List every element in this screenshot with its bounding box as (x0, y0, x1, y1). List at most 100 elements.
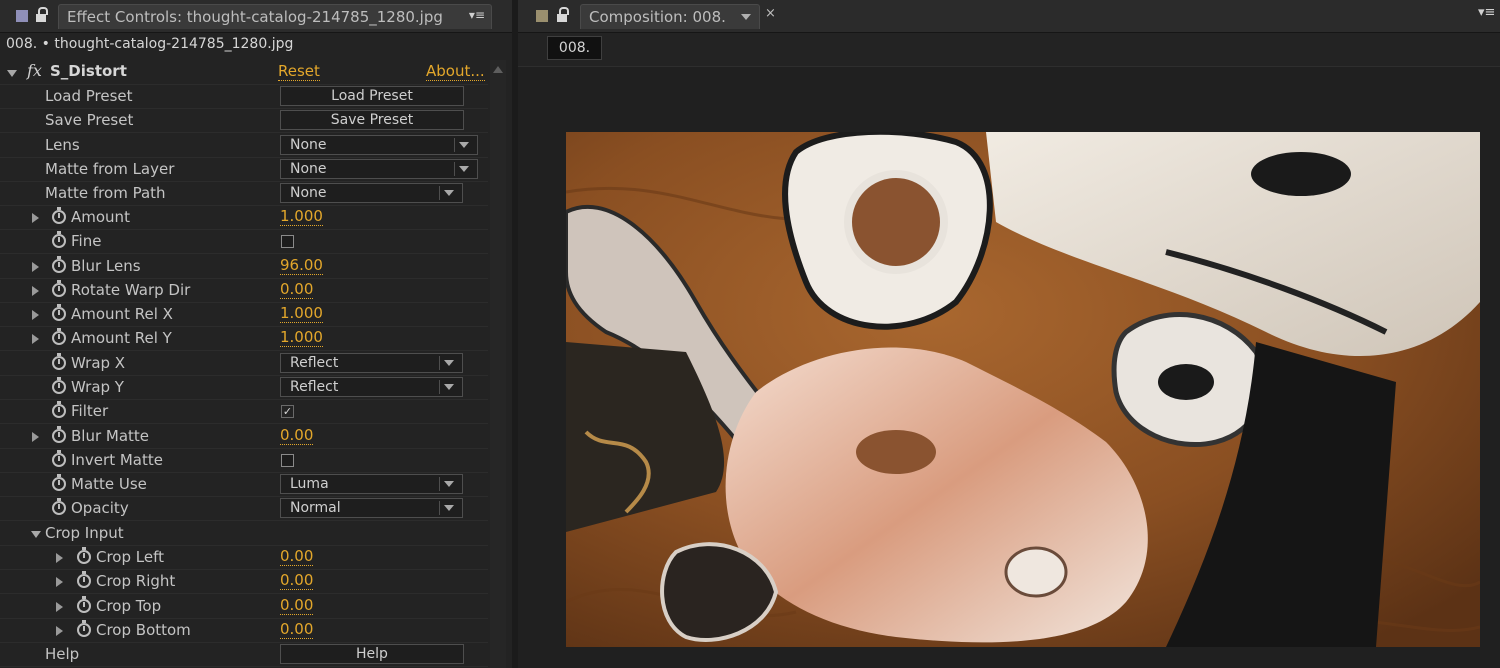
twirl-down-icon[interactable] (31, 531, 41, 538)
swirl-circle (844, 170, 948, 274)
dropdown-value: Luma (290, 476, 329, 492)
chevron-down-icon (444, 360, 454, 366)
opacity-dropdown[interactable]: Normal (280, 498, 463, 518)
twirl-right-icon[interactable] (32, 334, 39, 344)
about-link[interactable]: About... (426, 62, 485, 81)
twirl-right-icon[interactable] (56, 626, 63, 636)
twirl-right-icon[interactable] (56, 602, 63, 612)
row-label: Wrap X (71, 354, 126, 372)
stopwatch-icon[interactable] (77, 596, 91, 613)
matte-from-path-dropdown[interactable]: None (280, 183, 463, 203)
lock-icon[interactable] (556, 7, 570, 23)
panel-menu-icon[interactable]: ▾≡ (469, 8, 485, 22)
row-lens: Lens None (0, 133, 488, 158)
fine-checkbox[interactable] (281, 235, 294, 248)
stopwatch-icon[interactable] (77, 547, 91, 564)
twirl-right-icon[interactable] (32, 310, 39, 320)
row-label: Amount Rel X (71, 305, 173, 323)
row-label: Crop Input (45, 524, 124, 542)
lens-dropdown[interactable]: None (280, 135, 478, 155)
panel-square-icon[interactable] (536, 10, 548, 22)
panel-square-icon[interactable] (16, 10, 28, 22)
chevron-down-icon[interactable] (741, 14, 751, 20)
filter-checkbox[interactable]: ✓ (281, 405, 294, 418)
stopwatch-icon[interactable] (52, 498, 66, 515)
crop-left-value[interactable]: 0.00 (280, 548, 314, 566)
stopwatch-icon[interactable] (52, 474, 66, 491)
crop-bottom-value[interactable]: 0.00 (280, 621, 314, 639)
composition-breadcrumb[interactable]: 008. (547, 36, 602, 60)
vertical-scrollbar[interactable] (490, 60, 506, 668)
chevron-down-icon (444, 481, 454, 487)
composition-panel: Composition: 008. × ▾≡ 008. (518, 0, 1500, 668)
help-button[interactable]: Help (280, 644, 464, 664)
twirl-right-icon[interactable] (32, 262, 39, 272)
stopwatch-icon[interactable] (52, 328, 66, 345)
tab-effect-controls[interactable]: Effect Controls: thought-catalog-214785_… (58, 4, 492, 29)
invert-matte-checkbox[interactable] (281, 454, 294, 467)
twirl-right-icon[interactable] (32, 432, 39, 442)
matte-from-layer-dropdown[interactable]: None (280, 159, 478, 179)
notebook-hole (856, 430, 936, 474)
stopwatch-icon[interactable] (77, 571, 91, 588)
blur-lens-value[interactable]: 96.00 (280, 257, 323, 275)
scroll-up-arrow-icon[interactable] (493, 66, 503, 73)
stopwatch-icon[interactable] (52, 304, 66, 321)
row-fine: Fine (0, 229, 488, 254)
row-crop-input: Crop Input (0, 521, 488, 546)
close-icon[interactable]: × (765, 6, 776, 21)
row-blur-lens: Blur Lens 96.00 (0, 254, 488, 279)
stopwatch-icon[interactable] (52, 450, 66, 467)
layer-breadcrumb: 008. • thought-catalog-214785_1280.jpg (6, 36, 294, 52)
amount-rel-x-value[interactable]: 1.000 (280, 305, 323, 323)
fx-icon[interactable]: fx (27, 61, 42, 80)
wrap-y-dropdown[interactable]: Reflect (280, 377, 463, 397)
composition-tabbar: Composition: 008. × ▾≡ (518, 0, 1500, 33)
row-opacity: Opacity Normal (0, 496, 488, 521)
row-label: Amount (71, 208, 130, 226)
stopwatch-icon[interactable] (52, 280, 66, 297)
crop-top-value[interactable]: 0.00 (280, 597, 314, 615)
crop-right-value[interactable]: 0.00 (280, 572, 314, 590)
twirl-right-icon[interactable] (56, 577, 63, 587)
stopwatch-icon[interactable] (52, 401, 66, 418)
composition-viewer[interactable] (518, 66, 1500, 668)
row-label: Lens (45, 136, 80, 154)
stopwatch-icon[interactable] (52, 207, 66, 224)
composition-frame[interactable] (566, 132, 1480, 647)
row-label: Blur Matte (71, 427, 150, 445)
row-label: Crop Left (96, 548, 164, 566)
wrap-x-dropdown[interactable]: Reflect (280, 353, 463, 373)
blur-matte-value[interactable]: 0.00 (280, 427, 314, 445)
lock-icon[interactable] (35, 7, 49, 23)
stopwatch-icon[interactable] (77, 620, 91, 637)
row-label: Fine (71, 232, 102, 250)
reset-link[interactable]: Reset (278, 62, 320, 81)
amount-value[interactable]: 1.000 (280, 208, 323, 226)
twirl-right-icon[interactable] (56, 553, 63, 563)
stopwatch-icon[interactable] (52, 256, 66, 273)
panel-menu-icon[interactable]: ▾≡ (1478, 5, 1495, 20)
row-crop-left: Crop Left 0.00 (0, 545, 488, 570)
row-label: Blur Lens (71, 257, 141, 275)
load-preset-button[interactable]: Load Preset (280, 86, 464, 106)
row-label: Matte Use (71, 475, 147, 493)
amount-rel-y-value[interactable]: 1.000 (280, 329, 323, 347)
twirl-down-icon[interactable] (7, 70, 17, 77)
notebook-ellipse (1004, 546, 1068, 598)
dropdown-value: None (290, 161, 327, 177)
row-save-preset: Save Preset Save Preset (0, 108, 488, 133)
twirl-right-icon[interactable] (32, 286, 39, 296)
rotate-warp-dir-value[interactable]: 0.00 (280, 281, 314, 299)
matte-use-dropdown[interactable]: Luma (280, 474, 463, 494)
save-preset-button[interactable]: Save Preset (280, 110, 464, 130)
stopwatch-icon[interactable] (52, 377, 66, 394)
stopwatch-icon[interactable] (52, 353, 66, 370)
stopwatch-icon[interactable] (52, 426, 66, 443)
stopwatch-icon[interactable] (52, 231, 66, 248)
twirl-right-icon[interactable] (32, 213, 39, 223)
effect-name: S_Distort (50, 62, 127, 80)
row-label: Rotate Warp Dir (71, 281, 191, 299)
tab-composition[interactable]: Composition: 008. (580, 4, 760, 29)
row-label: Invert Matte (71, 451, 163, 469)
